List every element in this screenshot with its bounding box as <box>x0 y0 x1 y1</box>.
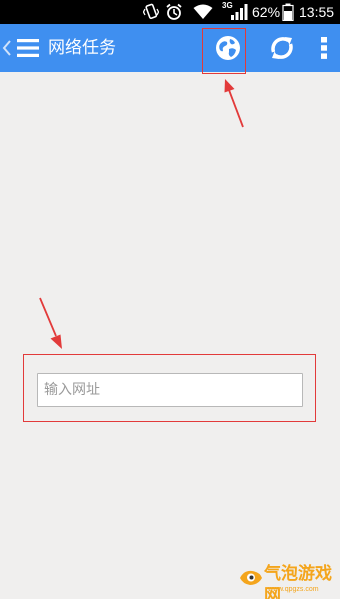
wifi-icon <box>193 4 213 19</box>
back-caret-icon[interactable] <box>2 38 12 58</box>
highlight-box-globe <box>202 28 246 74</box>
status-bar: 3G 62% 13:55 <box>0 0 340 24</box>
alarm-icon <box>166 3 182 20</box>
vibrate-icon <box>143 3 159 20</box>
watermark-logo-icon <box>240 570 262 585</box>
battery-percent: 62% <box>252 4 281 20</box>
url-input[interactable] <box>37 373 303 407</box>
refresh-icon[interactable] <box>266 32 298 64</box>
page-title: 网络任务 <box>48 38 116 58</box>
battery-icon <box>282 3 294 21</box>
clock: 13:55 <box>299 4 335 20</box>
arrow-to-input <box>39 297 62 349</box>
more-vert-icon[interactable] <box>312 32 336 64</box>
watermark-subtext: www.qpgzs.com <box>268 586 319 593</box>
signal-icon <box>231 4 248 20</box>
arrow-to-globe <box>224 79 244 128</box>
action-bar: 网络任务 <box>0 24 340 72</box>
menu-icon[interactable] <box>16 36 40 60</box>
watermark: 气泡游戏网 www.qpgzs.com <box>238 563 338 599</box>
